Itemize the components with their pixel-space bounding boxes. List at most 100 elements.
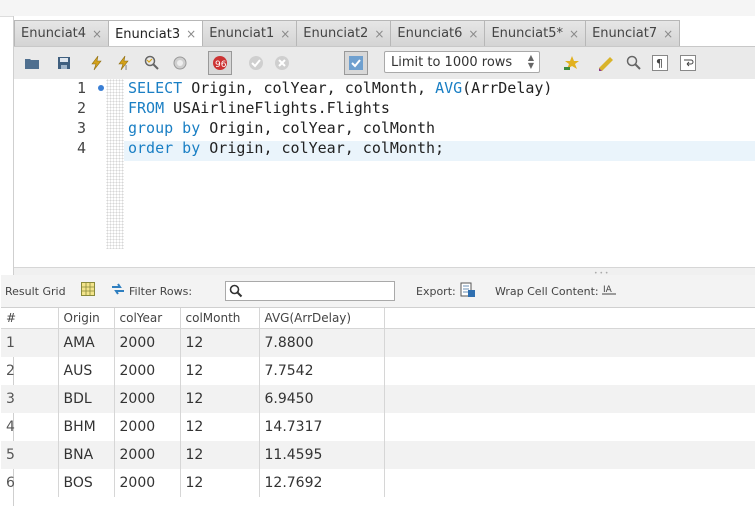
autocommit-icon[interactable] <box>344 51 368 75</box>
sql-editor[interactable]: 1 2 3 4 SELECT Origin, colYear, colMonth… <box>14 79 755 316</box>
toggle-error-icon[interactable]: 96 <box>208 51 232 75</box>
cell-origin[interactable]: AMA <box>58 328 115 357</box>
snippet-icon[interactable] <box>596 53 616 73</box>
export-label: Export: <box>416 285 456 298</box>
table-row[interactable]: 5 BNA 2000 12 11.4595 <box>1 441 755 469</box>
limit-rows-select[interactable]: Limit to 1000 rows ▲ ▼ <box>384 51 540 73</box>
open-folder-icon[interactable] <box>22 53 42 73</box>
cell-month[interactable]: 12 <box>180 385 260 413</box>
tab-enunciat1[interactable]: Enunciat1 × <box>202 20 298 46</box>
cell-month[interactable]: 12 <box>180 328 260 357</box>
tab-label: Enunciat6 <box>397 26 463 41</box>
cell-avg-delay[interactable]: 14.7317 <box>259 413 385 441</box>
find-icon[interactable] <box>624 53 644 73</box>
execute-icon[interactable] <box>86 53 106 73</box>
code-line-2: FROM USAirlineFlights.Flights <box>128 99 390 117</box>
sql-keyword: SELECT <box>128 79 183 97</box>
tab-enunciat3[interactable]: Enunciat3 × <box>108 20 204 47</box>
beautify-icon[interactable] <box>562 53 582 73</box>
tab-enunciat4[interactable]: Enunciat4 × <box>14 20 110 46</box>
line-number: 1 <box>76 79 86 97</box>
code-line-3: group by Origin, colYear, colMonth <box>128 119 435 137</box>
query-tab-panel: Enunciat4 × Enunciat3 × Enunciat1 × Enuncia… <box>1 16 755 506</box>
export-icon[interactable] <box>460 282 476 301</box>
cell-origin[interactable]: BDL <box>58 385 115 413</box>
row-filler <box>384 441 755 469</box>
cell-avg-delay[interactable]: 11.4595 <box>259 441 385 469</box>
cell-month[interactable]: 12 <box>180 441 260 469</box>
cell-origin[interactable]: BHM <box>58 413 115 441</box>
execute-current-icon[interactable]: I <box>114 53 134 73</box>
cell-month[interactable]: 12 <box>180 357 260 385</box>
line-number: 2 <box>76 99 86 117</box>
cell-origin[interactable]: AUS <box>58 357 115 385</box>
cell-year[interactable]: 2000 <box>114 413 181 441</box>
sql-keyword: order by <box>128 139 201 157</box>
explain-icon[interactable] <box>142 53 162 73</box>
table-row[interactable]: 1 AMA 2000 12 7.8800 <box>1 328 755 357</box>
spinner-icon[interactable]: ▲ ▼ <box>528 54 534 70</box>
close-icon[interactable]: × <box>280 27 290 41</box>
row-number: 1 <box>1 328 59 357</box>
tab-enunciat2[interactable]: Enunciat2 × <box>296 20 392 46</box>
row-filler <box>384 385 755 413</box>
cell-month[interactable]: 12 <box>180 469 260 497</box>
cell-year[interactable]: 2000 <box>114 385 181 413</box>
cell-avg-delay[interactable]: 7.7542 <box>259 357 385 385</box>
cell-year[interactable]: 2000 <box>114 469 181 497</box>
filter-rows-input[interactable] <box>225 281 395 301</box>
cell-avg-delay[interactable]: 6.9450 <box>259 385 385 413</box>
cell-month[interactable]: 12 <box>180 413 260 441</box>
cell-origin[interactable]: BOS <box>58 469 115 497</box>
stop-icon[interactable] <box>170 53 190 73</box>
cell-year[interactable]: 2000 <box>114 357 181 385</box>
row-filler <box>384 357 755 385</box>
wrap-cell-icon[interactable]: IA <box>602 283 616 298</box>
cell-avg-delay[interactable]: 12.7692 <box>259 469 385 497</box>
filter-icon[interactable] <box>111 283 125 298</box>
wrap-cell-label: Wrap Cell Content: <box>495 285 599 298</box>
table-row[interactable]: 3 BDL 2000 12 6.9450 <box>1 385 755 413</box>
close-icon[interactable]: × <box>468 27 478 41</box>
column-header[interactable]: colMonth <box>180 308 260 329</box>
row-number: 4 <box>1 413 59 441</box>
sql-text: Origin, colYear, colMonth, <box>182 79 436 97</box>
commit-icon[interactable] <box>246 53 266 73</box>
close-icon[interactable]: × <box>374 27 384 41</box>
cell-year[interactable]: 2000 <box>114 441 181 469</box>
save-icon[interactable] <box>54 53 74 73</box>
column-header[interactable]: AVG(ArrDelay) <box>259 308 385 329</box>
row-filler <box>384 413 755 441</box>
code-line-4: order by Origin, colYear, colMonth; <box>128 139 444 157</box>
close-icon[interactable]: × <box>569 27 579 41</box>
cell-avg-delay[interactable]: 7.8800 <box>259 328 385 357</box>
code-line-1: SELECT Origin, colYear, colMonth, AVG(Ar… <box>128 79 552 97</box>
sql-text: Origin, colYear, colMonth <box>200 119 436 137</box>
table-row[interactable]: 6 BOS 2000 12 12.7692 <box>1 469 755 497</box>
grid-icon[interactable] <box>81 282 95 299</box>
table-row[interactable]: 2 AUS 2000 12 7.7542 <box>1 357 755 385</box>
limit-label: Limit to 1000 rows <box>391 54 513 70</box>
row-number: 5 <box>1 441 59 469</box>
close-icon[interactable]: × <box>186 27 196 41</box>
tab-enunciat6[interactable]: Enunciat6 × <box>390 20 486 46</box>
tab-enunciat7[interactable]: Enunciat7 × <box>585 20 681 46</box>
column-header[interactable]: Origin <box>58 308 115 329</box>
close-icon[interactable]: × <box>92 27 102 41</box>
rollback-icon[interactable] <box>272 53 292 73</box>
result-toolbar: Result Grid Filter Rows: Export: Wrap Ce… <box>1 275 755 308</box>
cell-year[interactable]: 2000 <box>114 328 181 357</box>
column-header[interactable]: # <box>1 308 59 329</box>
statement-marker-icon <box>98 85 104 91</box>
cell-origin[interactable]: BNA <box>58 441 115 469</box>
top-strip <box>0 0 755 17</box>
column-header[interactable]: colYear <box>114 308 181 329</box>
line-number: 3 <box>76 119 86 137</box>
filter-rows-label: Filter Rows: <box>129 285 193 298</box>
tab-enunciat5[interactable]: Enunciat5* × <box>484 20 587 46</box>
invisible-chars-icon[interactable]: ¶ <box>650 53 670 73</box>
wrap-icon[interactable] <box>678 53 698 73</box>
close-icon[interactable]: × <box>663 27 673 41</box>
sql-keyword: FROM <box>128 99 165 117</box>
table-row[interactable]: 4 BHM 2000 12 14.7317 <box>1 413 755 441</box>
